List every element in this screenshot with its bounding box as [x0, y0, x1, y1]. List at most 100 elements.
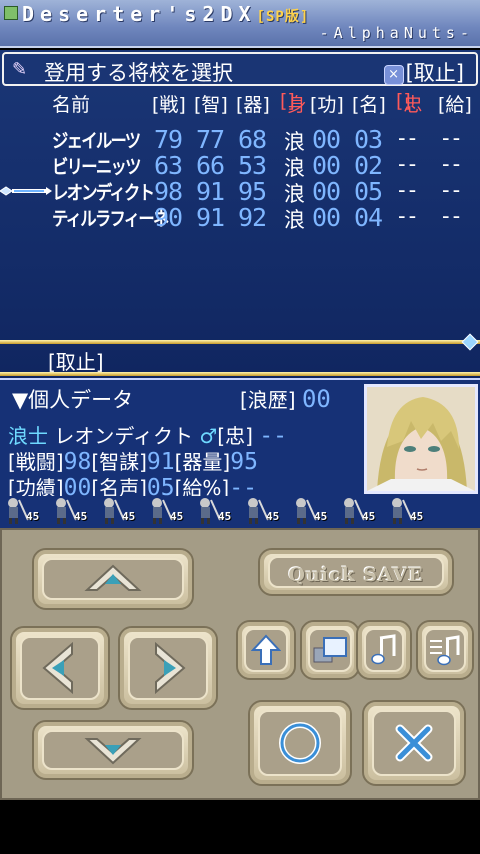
column-header: [戦]: [152, 94, 186, 116]
officer-row[interactable]: ティルラフィーネ 90 91 92 浪 00 04 -- --: [0, 203, 480, 232]
officer-name-detail: レオンディクト: [54, 424, 193, 448]
detail-stats-line-1: [戦闘]98[智謀]91[器量]95: [8, 449, 258, 475]
column-header: [忠]: [396, 90, 423, 116]
stat-capacity: 53: [238, 151, 267, 180]
officer-row[interactable]: ジェイルーツ 79 77 68 浪 00 03 -- --: [0, 125, 480, 154]
officer-row-selected[interactable]: レオンディクト 98 91 95 浪 00 05 -- --: [0, 177, 480, 206]
dpad-down-button[interactable]: [32, 720, 194, 780]
soldier-count-label: 45: [218, 510, 232, 523]
soldier-sprite: 45: [388, 496, 432, 526]
soldier-count-label: 45: [314, 510, 328, 523]
music-button[interactable]: [356, 620, 412, 680]
officer-selection-panel: ✎ 登用する将校を選択 × [取止] 名前 [戦] [智] [器] [身] [功]…: [0, 50, 480, 378]
stat-salary: --: [442, 152, 464, 176]
soldier-sprite: 45: [340, 496, 384, 526]
stat-loyalty: --: [398, 178, 420, 202]
soldier-sprite: 45: [196, 496, 240, 526]
window-icon: [313, 637, 347, 663]
stat-battle: 98: [154, 177, 183, 206]
column-header: [名]: [352, 94, 386, 116]
x-button-icon: ×: [383, 65, 404, 85]
upload-icon: [251, 634, 281, 665]
soldier-count-label: 45: [122, 510, 136, 523]
male-icon: ♂: [199, 424, 218, 448]
selection-heading: 登用する将校を選択: [44, 61, 233, 85]
column-header: [給]: [438, 94, 472, 116]
stat-merit: 00: [312, 177, 341, 206]
app-title: Deserter's2DX[SP版]: [22, 2, 310, 26]
stat-tactics: 66: [196, 151, 225, 180]
soldier-sprite: 45: [100, 496, 144, 526]
cancel-top-button[interactable]: × [取止]: [383, 57, 464, 87]
history-stat: [浪歴] 00: [240, 385, 331, 413]
stat-capacity: 68: [238, 125, 267, 154]
circle-icon: [279, 722, 321, 764]
stat-loyalty: --: [398, 126, 420, 150]
dpad-up-button[interactable]: [32, 548, 194, 610]
stat-loyalty: --: [398, 204, 420, 228]
author-label: -AlphaNuts-: [319, 24, 474, 42]
quick-save-button[interactable]: Quick SAVE: [258, 548, 454, 596]
window-button[interactable]: [300, 620, 360, 680]
stat-loyalty: --: [398, 152, 420, 176]
stat-merit: 00: [312, 151, 341, 180]
personal-data-title: ▼個人データ: [12, 388, 134, 412]
column-header: [智]: [194, 94, 228, 116]
soldier-sprite-row: 45 45 45 45 45 45 45 45 45: [0, 496, 480, 528]
soldier-count-label: 45: [26, 510, 40, 523]
stat-fame: 03: [354, 125, 383, 154]
column-header: [身]: [280, 90, 307, 116]
soldier-sprite: 45: [52, 496, 96, 526]
soldier-sprite: 45: [244, 496, 288, 526]
rank-label: 浪士: [8, 424, 48, 448]
stat-capacity: 92: [238, 203, 267, 232]
divider: [0, 333, 480, 351]
stat-salary: --: [442, 126, 464, 150]
confirm-button[interactable]: [248, 700, 352, 786]
upload-button[interactable]: [236, 620, 296, 680]
cancel-bottom-button[interactable]: [取止]: [48, 346, 104, 375]
stat-capacity: 95: [238, 177, 267, 206]
personal-data-panel: ▼個人データ [浪歴] 00 浪士 レオンディクト ♂[忠] -- [戦闘]98…: [0, 378, 480, 501]
stat-fame: 02: [354, 151, 383, 180]
stat-salary: --: [442, 178, 464, 202]
officer-name: ジェイルーツ: [52, 130, 141, 152]
soldier-sprite: 45: [148, 496, 192, 526]
stat-status: 浪: [284, 208, 305, 232]
soldier-count-label: 45: [410, 510, 424, 523]
portrait-image: [367, 387, 475, 491]
right-arrow-icon: [155, 641, 186, 695]
stat-battle: 90: [154, 203, 183, 232]
cancel-button[interactable]: [362, 700, 466, 786]
edition-label: [SP版]: [256, 9, 310, 25]
soldier-count-label: 45: [362, 510, 376, 523]
soldier-count-label: 45: [74, 510, 88, 523]
up-arrow-icon: [84, 564, 142, 591]
controller-pad: Quick SAVE: [0, 528, 480, 800]
column-headers: 名前 [戦] [智] [器] [身] [功] [名] [忠] [給]: [0, 90, 480, 116]
officer-name: レオンディクト: [52, 182, 155, 204]
stat-fame: 04: [354, 203, 383, 232]
column-header: 名前: [52, 94, 91, 116]
soldier-count-label: 45: [266, 510, 280, 523]
stat-merit: 00: [312, 203, 341, 232]
app-icon: [4, 6, 18, 20]
cross-icon: [395, 724, 433, 762]
dpad-right-button[interactable]: [118, 626, 218, 710]
music-toggle-icon: [430, 635, 460, 666]
stat-battle: 79: [154, 125, 183, 154]
dpad-left-button[interactable]: [10, 626, 110, 710]
soldier-count-label: 45: [170, 510, 184, 523]
officer-name: ビリーニッツ: [52, 156, 141, 178]
music-toggle-button[interactable]: [416, 620, 474, 680]
stat-salary: --: [442, 204, 464, 228]
down-arrow-icon: [84, 738, 142, 765]
selection-cursor-icon: [0, 186, 52, 196]
title-bar: Deserter's2DX[SP版] -AlphaNuts-: [0, 0, 480, 48]
stat-tactics: 77: [196, 125, 225, 154]
officer-identity: 浪士 レオンディクト ♂[忠] --: [8, 423, 287, 449]
officer-portrait: [364, 384, 478, 494]
column-header: [器]: [236, 94, 270, 116]
officer-row[interactable]: ビリーニッツ 63 66 53 浪 00 02 -- --: [0, 151, 480, 180]
divider: [0, 372, 480, 376]
